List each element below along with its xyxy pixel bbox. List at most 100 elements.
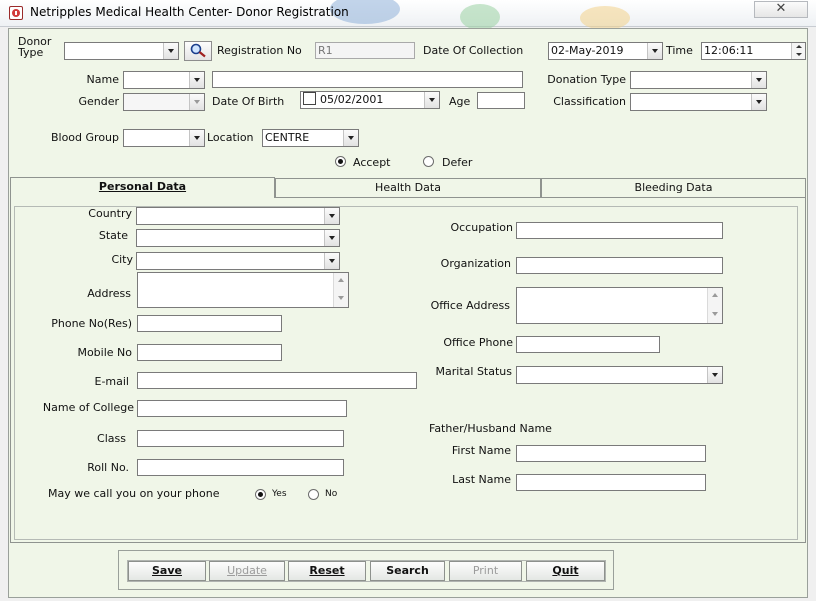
- age-label: Age: [449, 95, 471, 108]
- address-scrollbar[interactable]: [333, 273, 348, 307]
- name-label: Name: [86, 73, 119, 86]
- accept-label: Accept: [353, 156, 391, 169]
- close-button[interactable]: ✕: [754, 1, 808, 18]
- city-select[interactable]: [136, 252, 340, 270]
- title-bar: Netripples Medical Health Center- Donor …: [0, 0, 816, 30]
- action-button-group: Save Update Reset Search Print Quit: [127, 560, 606, 582]
- donation-type-label: Donation Type: [547, 73, 626, 86]
- location-select[interactable]: CENTRE: [262, 129, 359, 147]
- chevron-down-icon[interactable]: [189, 72, 204, 88]
- print-button[interactable]: Print: [449, 561, 522, 581]
- class-input[interactable]: [137, 430, 344, 447]
- search-button-label: Search: [386, 564, 429, 577]
- save-button-label: Save: [152, 564, 182, 577]
- call-no-label: No: [325, 489, 338, 499]
- roll-no-label: Roll No.: [87, 461, 129, 474]
- mobile-no-input[interactable]: [137, 344, 282, 361]
- scroll-up-icon[interactable]: [708, 290, 723, 302]
- address-textarea[interactable]: [137, 272, 349, 308]
- country-select[interactable]: [136, 207, 340, 225]
- tab-personal-data[interactable]: Personal Data: [10, 177, 275, 198]
- update-button[interactable]: Update: [209, 561, 285, 581]
- office-address-scrollbar[interactable]: [707, 288, 722, 323]
- tab-health-data-label: Health Data: [375, 181, 441, 194]
- defer-radio[interactable]: [423, 156, 434, 167]
- country-label: Country: [88, 207, 132, 220]
- chevron-down-icon[interactable]: [189, 130, 204, 146]
- registration-no-field[interactable]: R1: [315, 42, 415, 59]
- chevron-down-icon[interactable]: [751, 72, 766, 88]
- date-of-birth-checkbox[interactable]: [303, 92, 316, 105]
- time-label: Time: [666, 44, 693, 57]
- chevron-down-icon[interactable]: [163, 43, 178, 59]
- name-prefix-select[interactable]: [123, 71, 205, 89]
- call-no-radio[interactable]: [308, 489, 319, 500]
- father-husband-label: Father/Husband Name: [429, 422, 552, 435]
- titlebar-decoration: [580, 6, 630, 30]
- roll-no-input[interactable]: [137, 459, 344, 476]
- search-donor-button[interactable]: [184, 41, 212, 61]
- time-field[interactable]: 12:06:11: [701, 42, 806, 60]
- college-input[interactable]: [137, 400, 347, 417]
- chevron-down-icon[interactable]: [707, 367, 722, 383]
- quit-button-label: Quit: [552, 564, 579, 577]
- print-button-label: Print: [472, 564, 499, 577]
- call-question-label: May we call you on your phone: [48, 487, 220, 500]
- last-name-input[interactable]: [516, 474, 706, 491]
- occupation-label: Occupation: [450, 221, 513, 234]
- state-select[interactable]: [136, 229, 340, 247]
- scroll-down-icon[interactable]: [708, 309, 723, 321]
- marital-status-label: Marital Status: [435, 365, 512, 378]
- date-of-collection-value: 02-May-2019: [551, 44, 624, 57]
- gender-select[interactable]: [123, 93, 205, 111]
- address-label: Address: [87, 287, 131, 300]
- classification-label: Classification: [553, 95, 626, 108]
- chevron-down-icon[interactable]: [324, 208, 339, 224]
- chevron-down-icon[interactable]: [324, 230, 339, 246]
- scroll-down-icon[interactable]: [334, 293, 349, 305]
- search-button[interactable]: Search: [370, 561, 445, 581]
- call-yes-label: Yes: [272, 489, 287, 499]
- quit-button[interactable]: Quit: [526, 561, 605, 581]
- scroll-up-icon[interactable]: [334, 275, 349, 287]
- office-phone-input[interactable]: [516, 336, 660, 353]
- chevron-down-icon[interactable]: [751, 94, 766, 110]
- phone-res-input[interactable]: [137, 315, 282, 332]
- email-label: E-mail: [94, 375, 130, 388]
- donation-type-select[interactable]: [630, 71, 767, 89]
- personal-data-group: Country State City Address Phone No(Res)…: [14, 206, 798, 540]
- organization-input[interactable]: [516, 257, 723, 274]
- call-yes-radio[interactable]: [255, 489, 266, 500]
- tab-bleeding-data[interactable]: Bleeding Data: [541, 178, 806, 197]
- mobile-no-label: Mobile No: [77, 346, 132, 359]
- chevron-down-icon[interactable]: [189, 94, 204, 110]
- location-value: CENTRE: [265, 131, 310, 144]
- chevron-down-icon[interactable]: [647, 43, 662, 59]
- save-button[interactable]: Save: [128, 561, 206, 581]
- college-label: Name of College: [42, 401, 134, 414]
- chevron-down-icon[interactable]: [324, 253, 339, 269]
- first-name-input[interactable]: [516, 445, 706, 462]
- marital-status-select[interactable]: [516, 366, 723, 384]
- office-address-textarea[interactable]: [516, 287, 723, 324]
- accept-radio[interactable]: [335, 156, 346, 167]
- classification-select[interactable]: [630, 93, 767, 111]
- registration-no-label: Registration No: [217, 44, 302, 57]
- blood-group-label: Blood Group: [50, 131, 119, 144]
- donor-type-select[interactable]: [64, 42, 179, 60]
- reset-button[interactable]: Reset: [288, 561, 366, 581]
- date-of-collection-picker[interactable]: 02-May-2019: [548, 42, 663, 60]
- tab-personal-data-label: Personal Data: [98, 180, 187, 193]
- email-input[interactable]: [137, 372, 417, 389]
- name-input[interactable]: [212, 71, 523, 88]
- tab-health-data[interactable]: Health Data: [275, 178, 541, 197]
- tab-bleeding-data-label: Bleeding Data: [634, 181, 713, 194]
- blood-group-select[interactable]: [123, 129, 205, 147]
- chevron-down-icon[interactable]: [343, 130, 358, 146]
- defer-label: Defer: [442, 156, 473, 169]
- spinner-icon[interactable]: [791, 43, 805, 59]
- occupation-input[interactable]: [516, 222, 723, 239]
- class-label: Class: [97, 432, 126, 445]
- chevron-down-icon[interactable]: [424, 92, 439, 108]
- date-of-birth-picker[interactable]: 05/02/2001: [300, 91, 440, 109]
